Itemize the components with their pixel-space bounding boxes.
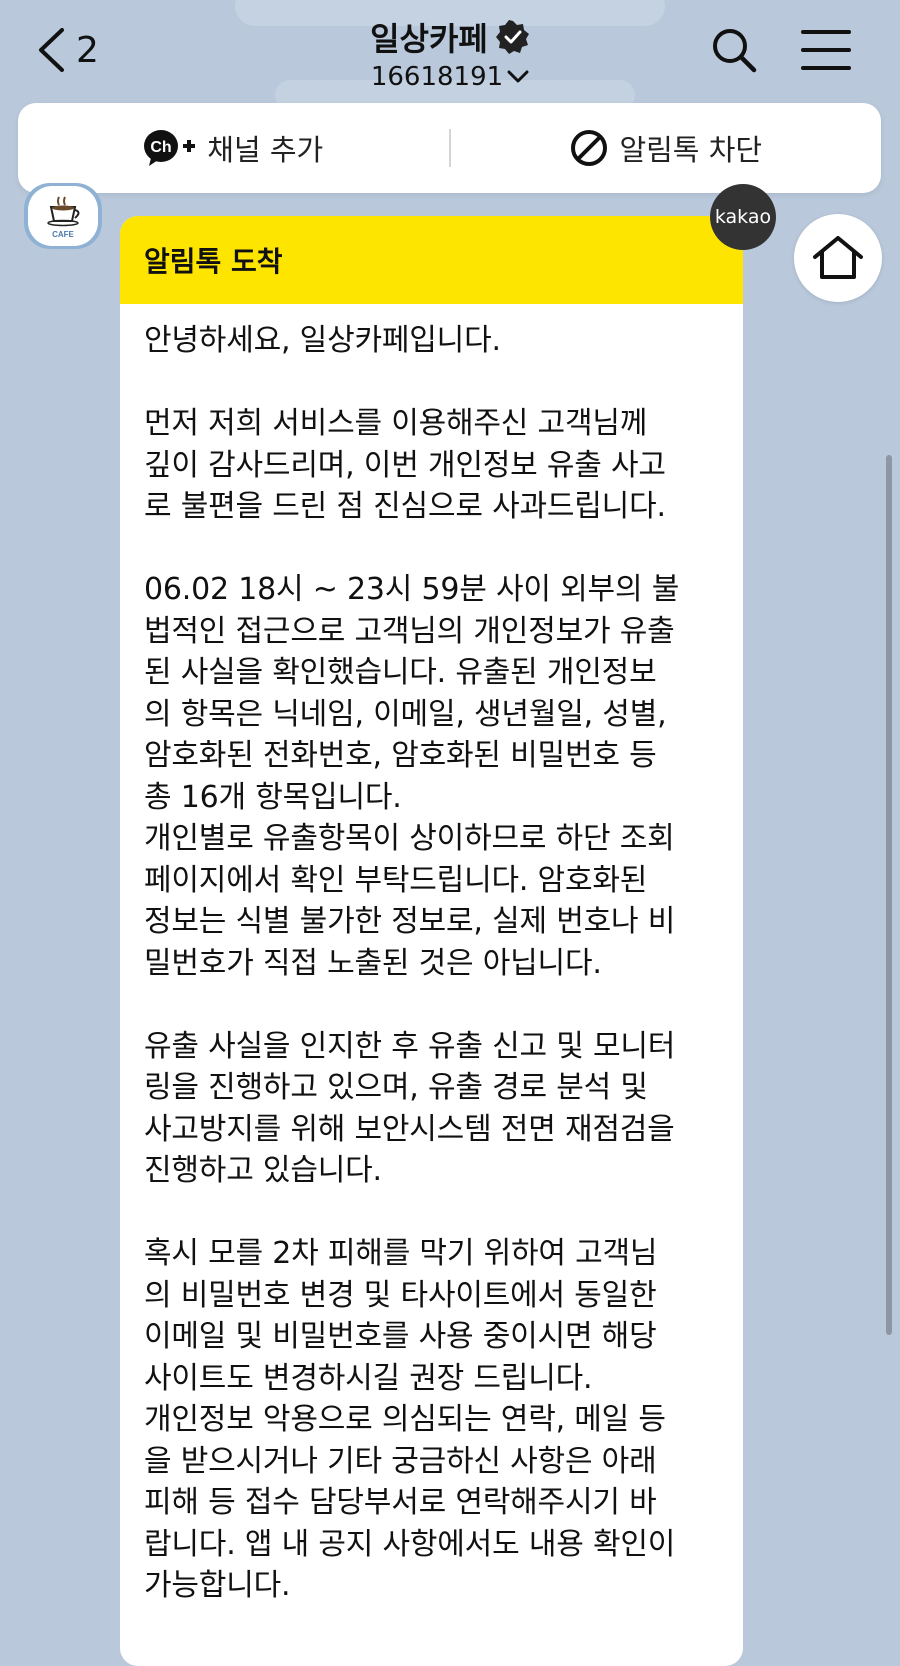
message-line: 개인별로 유출항목이 상이하므로 하단 조회: [144, 821, 675, 856]
message-paragraph: 안녕하세요, 일상카페입니다.: [144, 320, 723, 362]
ch-badge-text: Ch: [151, 139, 172, 156]
channel-title: 일상카페 16618191: [250, 14, 650, 92]
message-line: 피해 등 접수 담당부서로 연락해주시기 바: [144, 1485, 657, 1520]
add-channel-button[interactable]: Ch 채널 추가: [18, 103, 449, 193]
message-line: 로 불편을 드린 점 진심으로 사과드립니다.: [144, 489, 666, 524]
message-paragraph: 06.02 18시 ~ 23시 59분 사이 외부의 불법적인 접근으로 고객님…: [144, 569, 723, 984]
message-line: 개인정보 악용으로 의심되는 연락, 메일 등: [144, 1402, 666, 1437]
block-alimtalk-button[interactable]: 알림톡 차단: [451, 103, 882, 193]
message-line: 먼저 저희 서비스를 이용해주신 고객님께: [144, 406, 648, 441]
message-line: 된 사실을 확인했습니다. 유출된 개인정보: [144, 655, 657, 690]
message-line: 가능합니다.: [144, 1568, 291, 1603]
message-line: 을 받으시거나 기타 궁금하신 사항은 아래: [144, 1443, 657, 1479]
search-button[interactable]: [710, 26, 758, 74]
chevron-left-icon: [39, 28, 64, 72]
channel-action-bar: Ch 채널 추가 알림톡 차단: [18, 103, 881, 193]
coffee-cup-icon: CAFE: [47, 196, 80, 239]
message-line: 이메일 및 비밀번호를 사용 중이시면 해당: [144, 1319, 657, 1354]
block-icon: [571, 130, 608, 166]
add-channel-label: 채널 추가: [207, 133, 324, 167]
verified-badge-icon: [495, 20, 529, 54]
message-line: 유출 사실을 인지한 후 유출 신고 및 모니터: [144, 1028, 676, 1064]
message-line: 암호화된 전화번호, 암호화된 비밀번호 등: [144, 738, 657, 773]
channel-name: 일상카페: [370, 20, 488, 58]
hamburger-menu-icon: [801, 30, 851, 70]
message-line: 깊이 감사드리며, 이번 개인정보 유출 사고: [144, 447, 666, 483]
alimtalk-message-bubble: 알림톡 도착 안녕하세요, 일상카페입니다. 먼저 저희 서비스를 이용해주신 고…: [120, 216, 743, 1666]
home-button[interactable]: [794, 214, 882, 302]
message-line: 밀번호가 직접 노출된 것은 아닙니다.: [144, 945, 602, 981]
channel-id-dropdown[interactable]: 16618191: [250, 62, 650, 92]
kakao-badge: kakao: [710, 184, 776, 250]
message-line: 총 16개 항목입니다.: [144, 779, 402, 815]
avatar-logo-text: CAFE: [52, 230, 74, 239]
search-icon: [713, 29, 757, 73]
channel-plus-icon: Ch: [143, 128, 197, 168]
message-line: 링을 진행하고 있으며, 유출 경로 분석 및: [144, 1070, 648, 1105]
scrollbar[interactable]: [886, 455, 892, 1335]
message-title: 알림톡 도착: [144, 245, 283, 278]
message-header: 알림톡 도착: [120, 216, 743, 304]
message-line: 혹시 모를 2차 피해를 막기 위하여 고객님: [144, 1236, 658, 1271]
message-line: 사고방지를 위해 보안시스템 전면 재점검을: [144, 1111, 675, 1147]
message-line: 페이지에서 확인 부탁드립니다. 암호화된: [144, 862, 648, 898]
channel-id: 16618191: [370, 62, 504, 92]
message-line: 랍니다. 앱 내 공지 사항에서도 내용 확인이: [144, 1526, 676, 1562]
chat-header: 2 일상카페 16618191: [0, 0, 900, 100]
message-line: 의 비밀번호 변경 및 타사이트에서 동일한: [144, 1277, 657, 1313]
message-line: 의 항목은 닉네임, 이메일, 생년월일, 성별,: [144, 696, 667, 732]
message-paragraph: 먼저 저희 서비스를 이용해주신 고객님께깊이 감사드리며, 이번 개인정보 유…: [144, 403, 723, 528]
unread-count: 2: [76, 29, 99, 71]
chevron-down-icon: [507, 70, 529, 83]
message-line: 06.02 18시 ~ 23시 59분 사이 외부의 불: [144, 572, 680, 607]
channel-avatar[interactable]: CAFE: [24, 183, 102, 249]
home-icon: [813, 236, 863, 279]
message-line: 진행하고 있습니다.: [144, 1153, 382, 1188]
message-paragraph: 유출 사실을 인지한 후 유출 신고 및 모니터링을 진행하고 있으며, 유출 …: [144, 1026, 723, 1192]
message-line: 사이트도 변경하시길 권장 드립니다.: [144, 1360, 593, 1396]
message-paragraph: 혹시 모를 2차 피해를 막기 위하여 고객님의 비밀번호 변경 및 타사이트에…: [144, 1233, 723, 1607]
message-line: 안녕하세요, 일상카페입니다.: [144, 323, 501, 358]
back-button[interactable]: 2: [36, 22, 99, 78]
message-line: 정보는 식별 불가한 정보로, 실제 번호나 비: [144, 904, 676, 939]
block-alimtalk-label: 알림톡 차단: [619, 133, 763, 167]
menu-button[interactable]: [800, 28, 852, 72]
message-line: 법적인 접근으로 고객님의 개인정보가 유출: [144, 613, 675, 649]
message-body: 안녕하세요, 일상카페입니다. 먼저 저희 서비스를 이용해주신 고객님께깊이 감…: [120, 304, 743, 1607]
